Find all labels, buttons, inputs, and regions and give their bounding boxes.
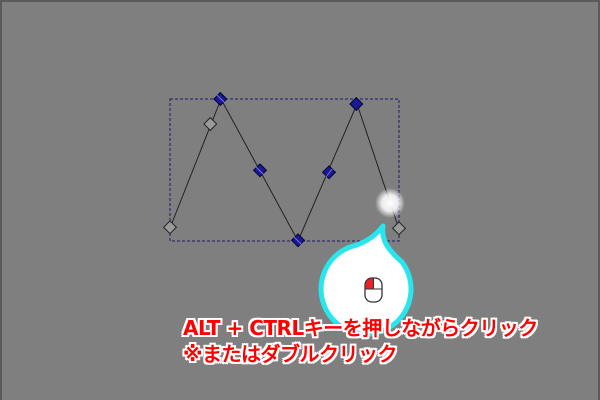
mouse-left-click-icon: [364, 277, 383, 303]
drawing-canvas[interactable]: ALT + CTRLキーを押しながらクリック ※またはダブルクリック: [0, 0, 600, 400]
path-node-end[interactable]: [391, 221, 407, 236]
selection-bounding-box: [169, 98, 400, 242]
instruction-caption-line2: ※またはダブルクリック: [183, 342, 397, 366]
path-node-selected-mid-right[interactable]: [321, 165, 337, 180]
path-node-selected-valley[interactable]: [290, 233, 306, 248]
path-node-unselected[interactable]: [203, 116, 218, 132]
path-node-selected-mid-left[interactable]: [252, 163, 268, 178]
path-node-selected-peak-right[interactable]: [349, 96, 364, 112]
instruction-caption-line1: ALT + CTRLキーを押しながらクリック: [183, 316, 538, 340]
m-shaped-path[interactable]: [169, 97, 400, 243]
path-node-selected-peak-left[interactable]: [213, 91, 228, 107]
path-node-start[interactable]: [162, 220, 178, 235]
click-highlight-icon: [375, 188, 405, 218]
